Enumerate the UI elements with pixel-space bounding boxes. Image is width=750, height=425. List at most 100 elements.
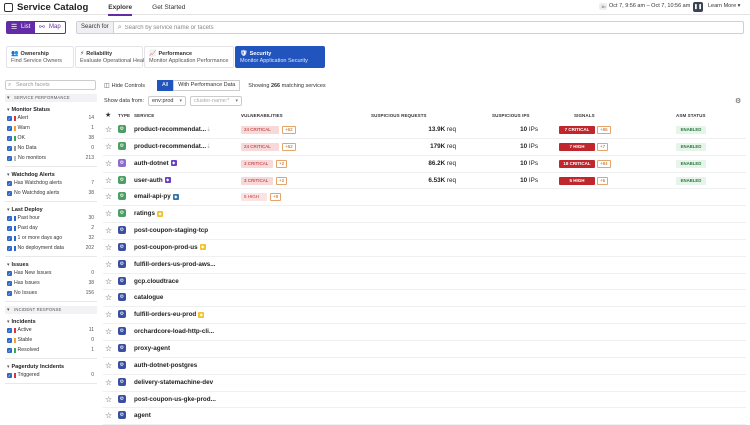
pause-button[interactable]: ❚❚ xyxy=(693,2,703,12)
facet-option[interactable]: ✓ OK 38 xyxy=(5,133,97,143)
service-name-link[interactable]: email-api-py ◆ xyxy=(134,193,179,200)
facet-search-input[interactable]: ⌕ Search facets xyxy=(5,80,96,90)
service-name-link[interactable]: orchardcore-load-http-cli... xyxy=(134,328,214,335)
star-icon[interactable]: ☆ xyxy=(105,378,112,387)
service-name-link[interactable]: fulfill-orders-us-prod-aws... xyxy=(134,261,216,268)
tab-get-started[interactable]: Get Started xyxy=(152,0,185,15)
vulnerability-badge[interactable]: 3 CRITICAL xyxy=(241,159,273,168)
col-suspicious-ips[interactable]: SUSPICIOUS IPS xyxy=(492,113,530,118)
facet-option[interactable]: ✓ Has New Issues 0 xyxy=(5,268,97,278)
service-name-link[interactable]: product-recommendat... xyxy=(134,143,206,150)
col-suspicious-requests[interactable]: SUSPICIOUS REQUESTS xyxy=(371,113,427,118)
facet-option[interactable]: ✓ Active 11 xyxy=(5,325,97,335)
table-row[interactable]: ☆ ⚙ orchardcore-load-http-cli... xyxy=(103,324,746,341)
table-row[interactable]: ☆ ⚙ email-api-py ◆ 5 HIGH +9 xyxy=(103,189,746,207)
table-row[interactable]: ☆ ⚙ post-coupon-us-gke-prod... xyxy=(103,392,746,409)
facet-option[interactable]: ✓ Has Issues 38 xyxy=(5,278,97,288)
facet-option[interactable]: ✓ Past day 2 xyxy=(5,223,97,233)
signal-badge[interactable]: 18 CRITICAL xyxy=(559,159,595,168)
service-name-link[interactable]: post-coupon-us-gke-prod... xyxy=(134,396,216,403)
group-header-service-performance[interactable]: ▾ SERVICE PERFORMANCE xyxy=(5,94,97,102)
checkbox[interactable]: ✓ xyxy=(7,180,12,186)
vulnerability-badge[interactable]: 24 CRITICAL xyxy=(241,126,279,134)
vulnerability-badge[interactable]: 24 CRITICAL xyxy=(241,142,279,151)
list-view-button[interactable]: ☰ List xyxy=(6,21,34,34)
table-row[interactable]: ☆ ⚙ auth-dotnet ◆ 3 CRITICAL +2 86.2K req 10 IP… xyxy=(103,156,746,173)
vulnerability-extra-badge[interactable]: +62 xyxy=(282,126,296,134)
star-header-icon[interactable]: ★ xyxy=(105,111,111,119)
service-name-link[interactable]: proxy-agent xyxy=(134,345,170,352)
service-name-link[interactable]: post-coupon-prod-us ◆ xyxy=(134,244,206,251)
col-signals[interactable]: SIGNALS xyxy=(574,113,595,118)
service-name-link[interactable]: post-coupon-staging-tcp xyxy=(134,227,208,234)
download-icon[interactable]: ⇣ xyxy=(206,143,211,150)
download-icon[interactable]: ⇣ xyxy=(206,126,211,133)
checkbox[interactable]: ✓ xyxy=(7,280,12,286)
facet-option[interactable]: ✓ Alert 14 xyxy=(5,113,97,123)
checkbox[interactable]: ✓ xyxy=(7,145,12,151)
table-row[interactable]: ☆ ⚙ auth-dotnet-postgres xyxy=(103,358,746,375)
table-row[interactable]: ☆ ⚙ post-coupon-staging-tcp xyxy=(103,223,746,240)
col-type[interactable]: TYPE xyxy=(118,113,130,118)
checkbox[interactable]: ✓ xyxy=(7,270,12,276)
service-name-link[interactable]: ratings ◆ xyxy=(134,210,163,217)
facet-option[interactable]: ✓ No Watchdog alerts 38 xyxy=(5,188,97,198)
search-input[interactable] xyxy=(124,24,705,31)
facet-option[interactable]: ✓ No Issues 156 xyxy=(5,288,97,298)
service-name-link[interactable]: fulfill-orders-eu-prod ◆ xyxy=(134,311,205,318)
checkbox[interactable]: ✓ xyxy=(7,245,12,251)
facet-option[interactable]: ✓ No deployment data 202 xyxy=(5,243,97,253)
star-icon[interactable]: ☆ xyxy=(105,293,112,302)
service-name-link[interactable]: catalogue xyxy=(134,294,163,301)
map-view-button[interactable]: ⚯ Map xyxy=(34,21,66,34)
table-row[interactable]: ☆ ⚙ ratings ◆ xyxy=(103,206,746,224)
checkbox[interactable]: ✓ xyxy=(7,115,12,121)
vulnerability-extra-badge[interactable]: +9 xyxy=(270,193,282,202)
facet-option[interactable]: ✓ Triggered 0 xyxy=(5,370,97,380)
table-row[interactable]: ☆ ⚙ agent xyxy=(103,408,746,425)
star-icon[interactable]: ☆ xyxy=(105,411,112,420)
star-icon[interactable]: ☆ xyxy=(105,344,112,353)
vulnerability-badge[interactable]: 5 HIGH xyxy=(241,193,267,202)
checkbox[interactable]: ✓ xyxy=(7,225,12,231)
star-icon[interactable]: ☆ xyxy=(105,260,112,269)
all-button[interactable]: All xyxy=(157,80,174,91)
time-chip[interactable]: 1h xyxy=(599,3,608,10)
gear-icon[interactable]: ⚙ xyxy=(735,97,741,105)
checkbox[interactable]: ✓ xyxy=(7,290,12,296)
vulnerability-extra-badge[interactable]: +2 xyxy=(276,159,288,168)
checkbox[interactable]: ✓ xyxy=(7,155,12,161)
tab-reliability[interactable]: ⚡ Reliability Evaluate Operational Health xyxy=(75,46,149,68)
signal-extra-badge[interactable]: +86 xyxy=(597,126,611,134)
signal-extra-badge[interactable]: +5 xyxy=(597,176,609,185)
table-row[interactable]: ☆ ⚙ fulfill-orders-us-prod-aws... xyxy=(103,257,746,274)
checkbox[interactable]: ✓ xyxy=(7,190,12,196)
star-icon[interactable]: ☆ xyxy=(105,176,112,185)
facet-option[interactable]: ✓ Resolved 1 xyxy=(5,345,97,355)
group-header-incident-response[interactable]: ▾ INCIDENT RESPONSE xyxy=(5,306,97,314)
tab-performance[interactable]: 📈 Performance Monitor Application Perform… xyxy=(144,46,234,68)
service-name-link[interactable]: product-recommendat... xyxy=(134,126,206,133)
facet-option[interactable]: ✓ Stable 0 xyxy=(5,335,97,345)
checkbox[interactable]: ✓ xyxy=(7,337,12,343)
service-name-link[interactable]: auth-dotnet ◆ xyxy=(134,160,177,167)
facet-option[interactable]: ✓ Warn 1 xyxy=(5,123,97,133)
checkbox[interactable]: ✓ xyxy=(7,135,12,141)
tab-ownership[interactable]: 👥 Ownership Find Service Owners xyxy=(6,46,74,68)
service-name-link[interactable]: delivery-statemachine-dev xyxy=(134,379,213,386)
learn-more-button[interactable]: Learn More ▾ xyxy=(708,3,740,9)
table-row[interactable]: ☆ ⚙ post-coupon-prod-us ◆ xyxy=(103,240,746,257)
table-row[interactable]: ☆ ⚙ proxy-agent xyxy=(103,341,746,358)
facet-option[interactable]: ✓ Past hour 30 xyxy=(5,213,97,223)
facet-option[interactable]: ✓ Has Watchdog alerts 7 xyxy=(5,178,97,188)
vulnerability-badge[interactable]: 3 CRITICAL xyxy=(241,176,273,185)
star-icon[interactable]: ☆ xyxy=(105,243,112,252)
signal-extra-badge[interactable]: +7 xyxy=(597,142,609,151)
env-select[interactable]: env:prod ▾ xyxy=(148,96,186,106)
hide-controls-button[interactable]: ◫ Hide Controls xyxy=(104,82,145,90)
star-icon[interactable]: ☆ xyxy=(105,125,112,134)
star-icon[interactable]: ☆ xyxy=(105,395,112,404)
checkbox[interactable]: ✓ xyxy=(7,235,12,241)
facet-option[interactable]: ✓ No Data 0 xyxy=(5,143,97,153)
service-name-link[interactable]: agent xyxy=(134,412,151,419)
